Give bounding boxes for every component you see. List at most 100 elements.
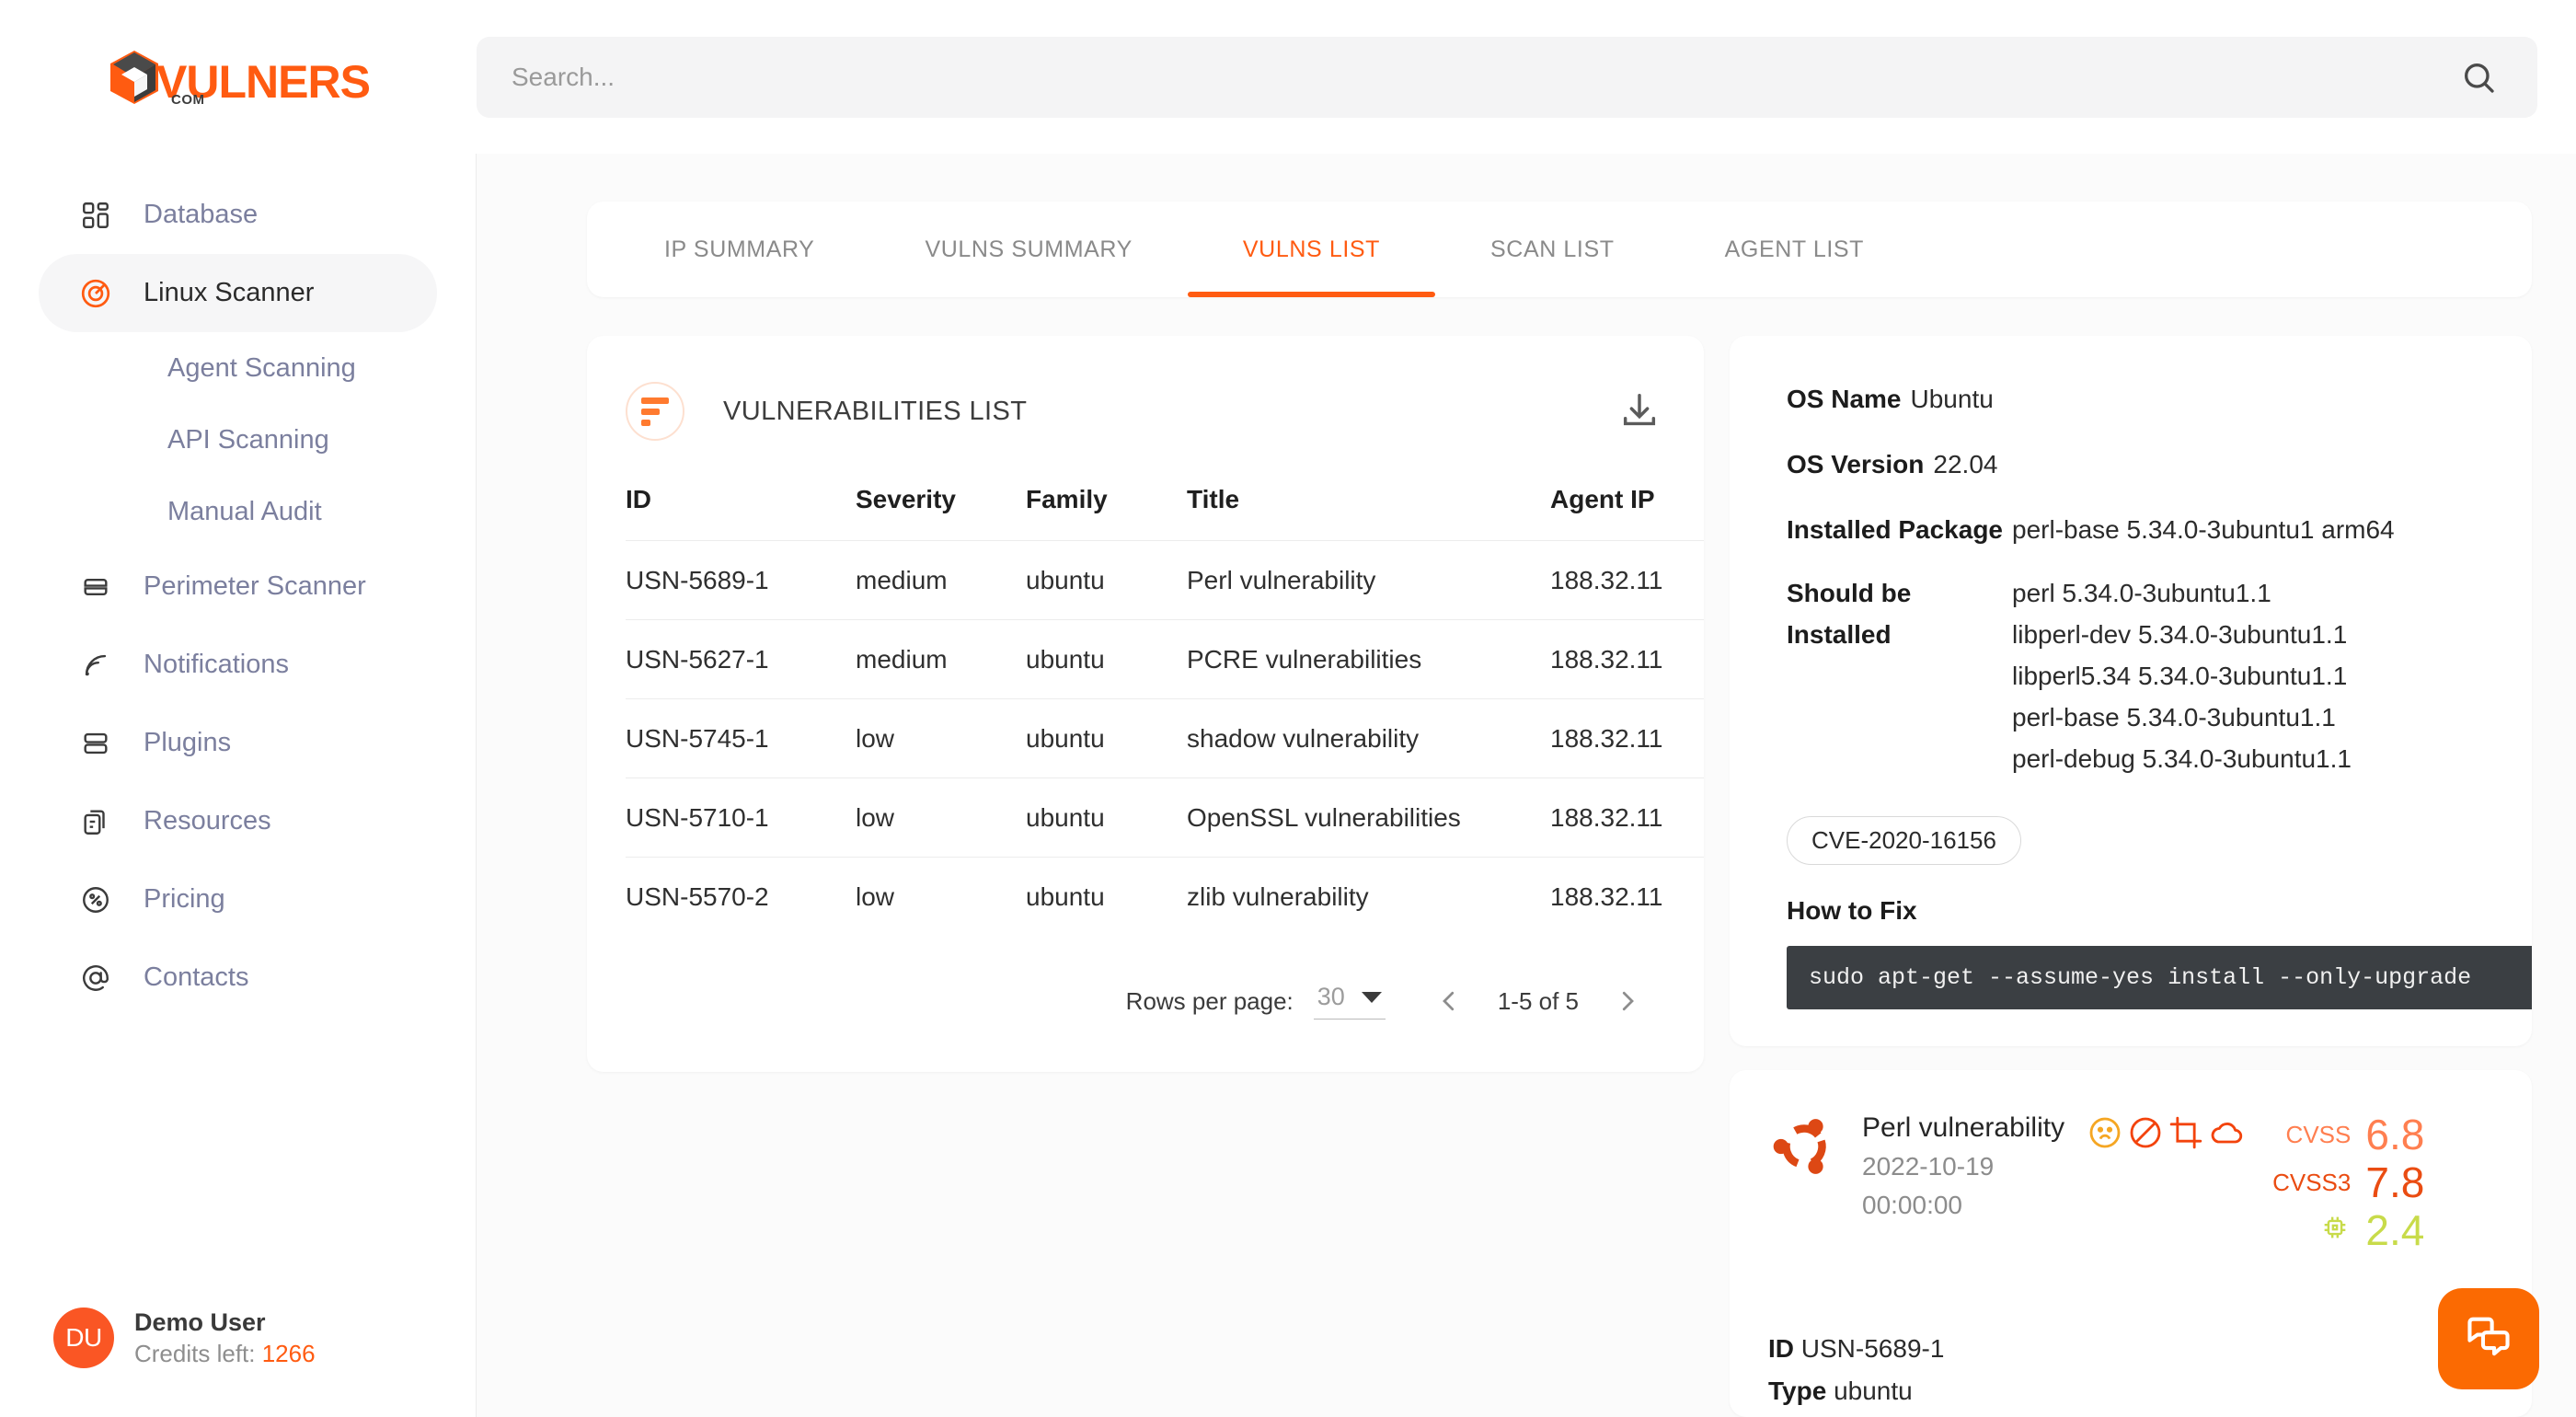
cell-agent-ip: 188.32.11 [1550,541,1704,620]
vuln-id-label: ID [1768,1334,1794,1363]
vuln-type-row: Type ubuntu [1768,1370,2491,1412]
app-root: VULNERS COM [0,0,2576,1417]
cve-chip[interactable]: CVE-2020-16156 [1787,816,2021,865]
chip-icon [2319,1212,2351,1250]
search-bar[interactable] [477,37,2537,118]
copy-document-icon [77,803,114,840]
server-icon [77,569,114,605]
cell-agent-ip: 188.32.11 [1550,699,1704,778]
rows-per-page-select[interactable]: 30 [1314,983,1386,1020]
cell-title: Perl vulnerability [1187,541,1550,620]
should-be-installed-row: Should be Installed perl 5.34.0-3ubuntu1… [1787,572,2491,779]
cvss-score-row: CVSS 6.8 [2286,1111,2425,1158]
prev-page-button[interactable] [1424,976,1474,1026]
should-be-installed-label: Should be Installed [1787,572,2012,779]
sidebar-item-api-scanning[interactable]: API Scanning [39,404,437,476]
fix-command-code[interactable]: sudo apt-get --assume-yes install --only… [1787,946,2532,1009]
table-header-row: ID Severity Family Title Agent IP [626,485,1704,541]
sidebar-item-label: Agent Scanning [167,353,356,384]
sidebar-item-label: Plugins [144,728,231,758]
should-be-installed-values: perl 5.34.0-3ubuntu1.1 libperl-dev 5.34.… [2012,572,2352,779]
cell-severity: medium [856,620,1026,699]
sidebar-item-agent-scanning[interactable]: Agent Scanning [39,332,437,404]
search-input[interactable] [512,63,2455,92]
page-title: VULNERABILITIES LIST [723,397,1614,427]
table-row[interactable]: USN-5710-1 low ubuntu OpenSSL vulnerabil… [626,778,1704,858]
percent-circle-icon [77,881,114,918]
top-bar: VULNERS COM [0,0,2576,154]
package-item: libperl5.34 5.34.0-3ubuntu1.1 [2012,662,2347,690]
table-row[interactable]: USN-5689-1 medium ubuntu Perl vulnerabil… [626,541,1704,620]
package-item: perl-debug 5.34.0-3ubuntu1.1 [2012,744,2352,773]
sidebar-item-resources[interactable]: Resources [39,782,437,860]
user-name: Demo User [134,1307,316,1338]
chat-bubbles-icon [2462,1310,2515,1368]
sidebar-item-contacts[interactable]: Contacts [39,939,437,1017]
installed-package-label: Installed Package [1787,509,2012,550]
download-icon[interactable] [1614,386,1665,437]
sidebar-item-label: Manual Audit [167,497,322,527]
sidebar-item-pricing[interactable]: Pricing [39,860,437,939]
main-content: IP SUMMARY VULNS SUMMARY VULNS LIST SCAN… [477,154,2576,1417]
table-row[interactable]: USN-5570-2 low ubuntu zlib vulnerability… [626,858,1704,937]
pagination: Rows per page: 30 1-5 of 5 [626,936,1665,1072]
cell-title: shadow vulnerability [1187,699,1550,778]
cell-severity: low [856,699,1026,778]
sidebar-item-linux-scanner[interactable]: Linux Scanner [39,254,437,332]
installed-package-row: Installed Package perl-base 5.34.0-3ubun… [1787,509,2491,550]
ubuntu-logo-icon [1768,1111,1840,1182]
cell-title: OpenSSL vulnerabilities [1187,778,1550,858]
os-info-card: OS NameUbuntu OS Version 22.04 Installed … [1730,336,2532,1046]
package-item: libperl-dev 5.34.0-3ubuntu1.1 [2012,620,2347,649]
package-item: perl-base 5.34.0-3ubuntu1.1 [2012,703,2336,732]
sidebar-item-database[interactable]: Database [39,176,437,254]
sidebar-item-plugins[interactable]: Plugins [39,704,437,782]
tab-agent-list[interactable]: AGENT LIST [1670,202,1919,297]
rss-icon [77,647,114,684]
os-name-label: OS Name [1787,385,1902,413]
sidebar-item-manual-audit[interactable]: Manual Audit [39,476,437,547]
cell-severity: low [856,858,1026,937]
sidebar-item-perimeter-scanner[interactable]: Perimeter Scanner [39,547,437,626]
search-icon[interactable] [2455,53,2502,101]
cell-title: zlib vulnerability [1187,858,1550,937]
os-version-label: OS Version [1787,450,1924,478]
credits-label: Credits left: [134,1340,262,1367]
sidebar-item-notifications[interactable]: Notifications [39,626,437,704]
table-row[interactable]: USN-5627-1 medium ubuntu PCRE vulnerabil… [626,620,1704,699]
brand-logo[interactable]: VULNERS COM [0,0,477,154]
column-header-id: ID [626,485,856,541]
vuln-type-label: Type [1768,1377,1826,1405]
cell-id: USN-5627-1 [626,620,856,699]
cell-id: USN-5710-1 [626,778,856,858]
chat-button[interactable] [2438,1288,2539,1389]
user-profile[interactable]: DU Demo User Credits left: 1266 [0,1307,476,1417]
stack-icon [77,725,114,762]
sidebar-item-label: Contacts [144,962,248,993]
tab-vulns-summary[interactable]: VULNS SUMMARY [869,202,1187,297]
vuln-date: 2022-10-19 [1862,1149,2064,1184]
column-header-family: Family [1026,485,1187,541]
tab-scan-list[interactable]: SCAN LIST [1435,202,1670,297]
sidebar-item-label: Notifications [144,650,289,680]
os-name-row: OS NameUbuntu [1787,378,2491,420]
installed-package-value: perl-base 5.34.0-3ubuntu1 arm64 [2012,509,2395,550]
rows-per-page-value: 30 [1317,983,1345,1011]
os-version-row: OS Version 22.04 [1787,444,2491,485]
vulnerabilities-table: ID Severity Family Title Agent IP USN-56… [626,485,1704,936]
os-version-value: 22.04 [1933,450,1997,478]
vuln-id-value: USN-5689-1 [1801,1334,1945,1363]
sidebar: Database Linux Scanner Agent Scanning [0,154,477,1417]
tab-vulns-list[interactable]: VULNS LIST [1188,202,1435,297]
filter-icon[interactable] [626,382,684,441]
next-page-button[interactable] [1603,976,1652,1026]
sidebar-nav: Database Linux Scanner Agent Scanning [0,176,476,1307]
package-item: perl 5.34.0-3ubuntu1.1 [2012,579,2271,607]
cell-family: ubuntu [1026,620,1187,699]
tab-ip-summary[interactable]: IP SUMMARY [609,202,869,297]
table-row[interactable]: USN-5745-1 low ubuntu shadow vulnerabili… [626,699,1704,778]
sidebar-item-label: Resources [144,806,271,836]
chevron-down-icon [1362,992,1382,1003]
cell-family: ubuntu [1026,699,1187,778]
page-range: 1-5 of 5 [1498,987,1579,1016]
